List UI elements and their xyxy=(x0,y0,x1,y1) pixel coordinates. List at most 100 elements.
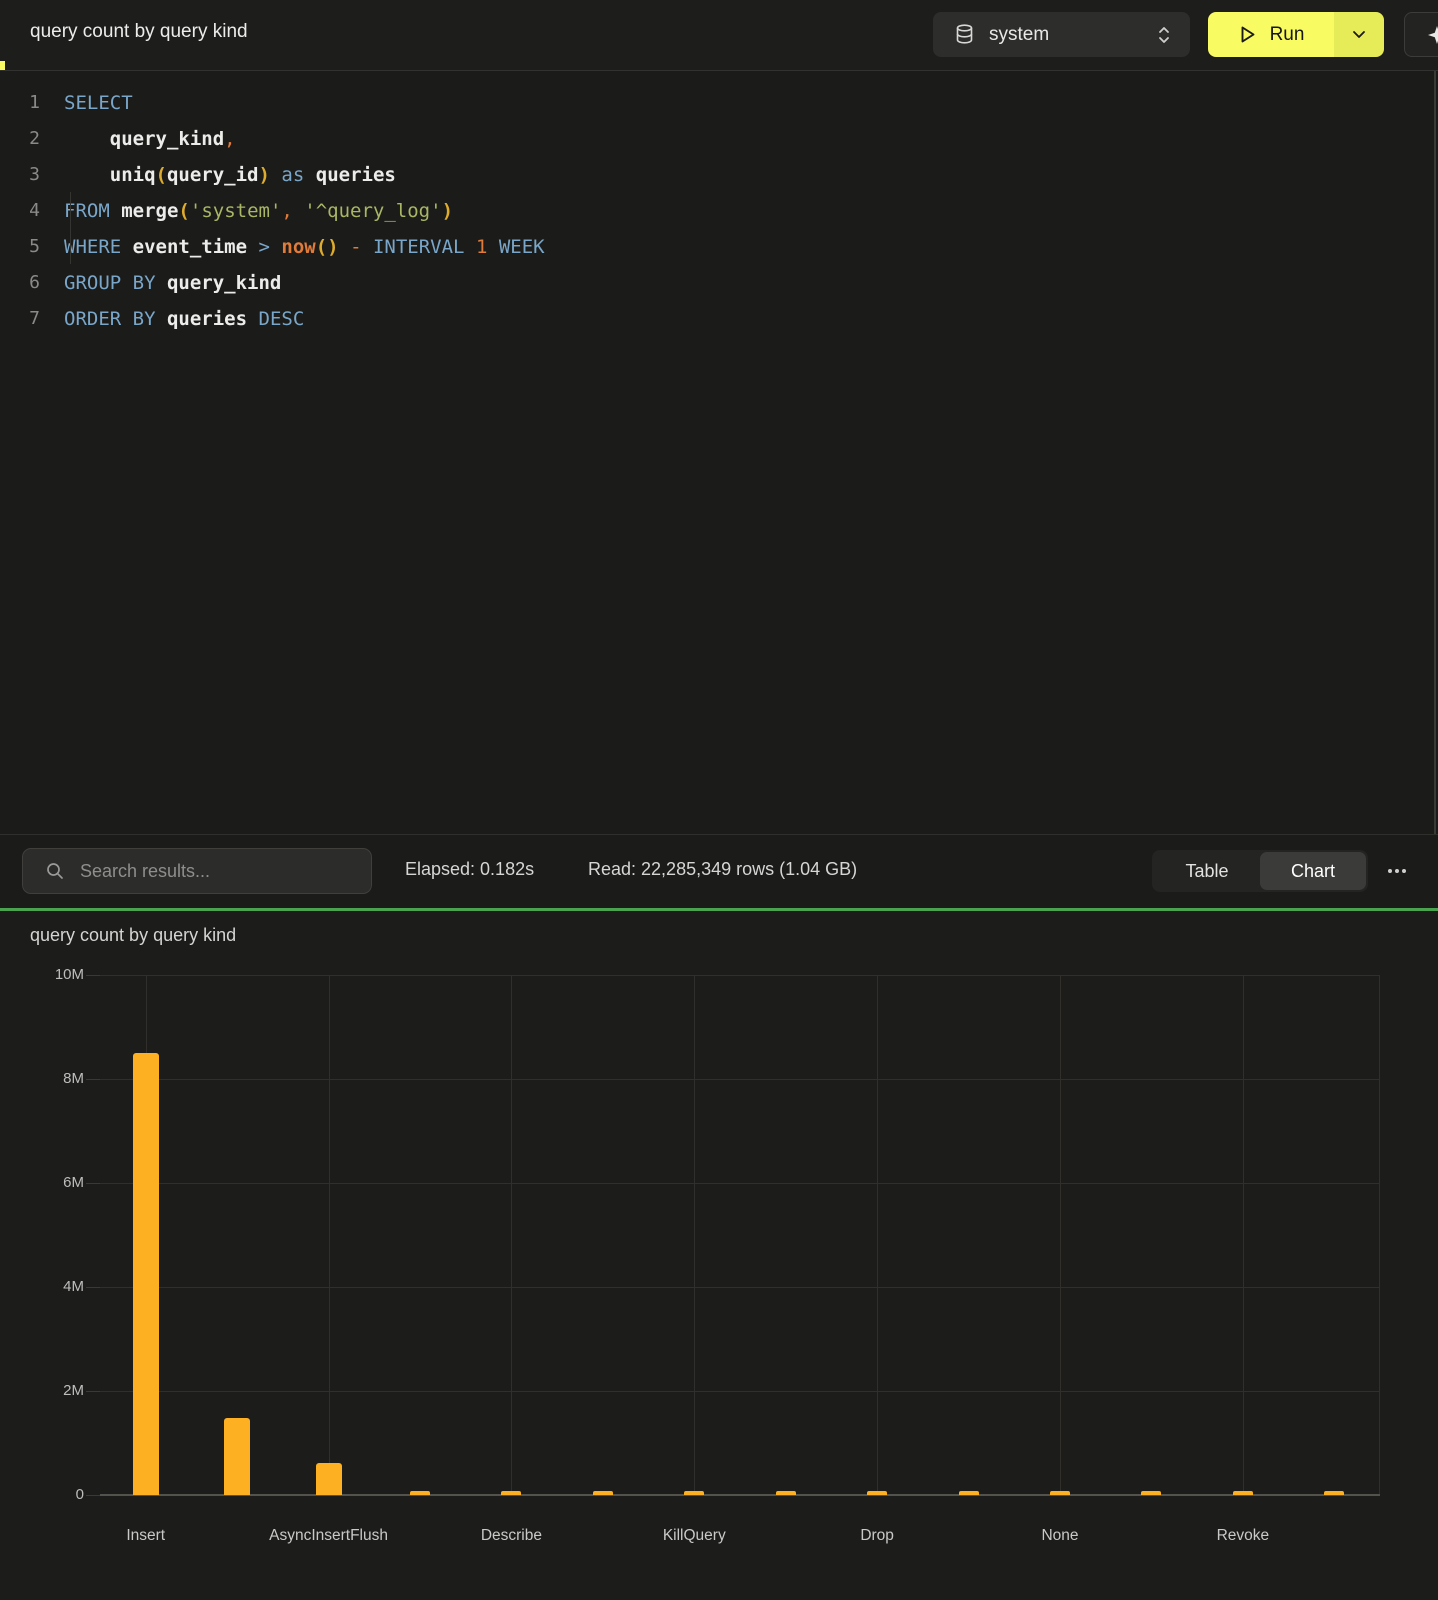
chart-bar[interactable] xyxy=(1050,1491,1070,1495)
chart-bar[interactable] xyxy=(1233,1491,1253,1495)
code-text: FROM merge('system', '^query_log') xyxy=(64,193,453,229)
code-text: SELECT xyxy=(64,85,133,121)
y-axis-label: 2M xyxy=(24,1381,84,1401)
code-line[interactable]: 4 FROM merge('system', '^query_log') xyxy=(0,193,1438,229)
gridline-v xyxy=(1379,975,1380,1495)
chart-title: query count by query kind xyxy=(30,925,236,946)
query-tab-title: query count by query kind xyxy=(30,21,248,43)
chart-bar[interactable] xyxy=(684,1491,704,1495)
chevron-down-icon xyxy=(1352,30,1366,39)
gridline-h xyxy=(100,1391,1380,1392)
chart-bar[interactable] xyxy=(776,1491,796,1495)
code-text: WHERE event_time > now() - INTERVAL 1 WE… xyxy=(64,229,545,265)
gridline-h xyxy=(100,1183,1380,1184)
x-axis-label: Describe xyxy=(421,1527,601,1545)
x-axis-label: KillQuery xyxy=(604,1527,784,1545)
top-bar: query count by query kind system xyxy=(0,0,1438,71)
chevron-up-down-icon xyxy=(1156,24,1172,46)
y-axis-label: 4M xyxy=(24,1277,84,1297)
y-axis-tick xyxy=(86,1391,100,1392)
run-button[interactable]: Run xyxy=(1208,12,1334,57)
code-lines: 1SELECT2 query_kind,3 uniq(query_id) as … xyxy=(0,85,1438,337)
play-icon xyxy=(1238,24,1257,45)
code-line[interactable]: 5 WHERE event_time > now() - INTERVAL 1 W… xyxy=(0,229,1438,265)
chart-bar[interactable] xyxy=(1324,1491,1344,1495)
code-line[interactable]: 2 query_kind, xyxy=(0,121,1438,157)
code-text: ORDER BY queries DESC xyxy=(64,301,304,337)
line-number: 6 xyxy=(0,265,40,301)
run-button-label: Run xyxy=(1270,24,1305,46)
chart-bar[interactable] xyxy=(316,1463,342,1495)
y-axis-label: 8M xyxy=(24,1069,84,1089)
chart-bar[interactable] xyxy=(593,1491,613,1495)
y-axis-tick xyxy=(86,1079,100,1080)
sql-console: query count by query kind system xyxy=(0,0,1438,1600)
code-text: GROUP BY query_kind xyxy=(64,265,281,301)
view-toggle-table[interactable]: Table xyxy=(1154,852,1260,890)
elapsed-stat: Elapsed: 0.182s xyxy=(405,859,534,880)
gridline-v xyxy=(1243,975,1244,1495)
x-axis-label: AsyncInsertFlush xyxy=(239,1527,419,1545)
database-selector[interactable]: system xyxy=(933,12,1190,57)
code-line[interactable]: 7 ORDER BY queries DESC xyxy=(0,301,1438,337)
database-selector-value: system xyxy=(989,24,1156,46)
run-split-button: Run xyxy=(1208,12,1384,57)
y-axis-tick xyxy=(86,1287,100,1288)
line-number: 1 xyxy=(0,85,40,121)
results-toolbar: Elapsed: 0.182s Read: 22,285,349 rows (1… xyxy=(0,834,1438,908)
bar-chart: 02M4M6M8M10MInsertAsyncInsertFlushDescri… xyxy=(100,975,1380,1495)
chart-bar[interactable] xyxy=(1141,1491,1161,1495)
line-number: 4 xyxy=(0,193,40,229)
y-axis-tick xyxy=(86,975,100,976)
gridline-h xyxy=(100,1287,1380,1288)
editor-right-border xyxy=(1434,71,1436,834)
y-axis-label: 10M xyxy=(24,965,84,985)
run-options-button[interactable] xyxy=(1334,12,1384,57)
sparkle-icon xyxy=(1425,23,1438,47)
search-results-input[interactable] xyxy=(78,860,342,883)
read-stat: Read: 22,285,349 rows (1.04 GB) xyxy=(588,859,857,880)
x-axis-label: Revoke xyxy=(1153,1527,1333,1545)
gridline-v xyxy=(877,975,878,1495)
line-number: 5 xyxy=(0,229,40,265)
chart-bar[interactable] xyxy=(410,1491,430,1495)
code-line[interactable]: 1 SELECT xyxy=(0,85,1438,121)
gridline-h xyxy=(100,975,1380,976)
line-number: 2 xyxy=(0,121,40,157)
code-line[interactable]: 6 GROUP BY query_kind xyxy=(0,265,1438,301)
code-text: query_kind, xyxy=(64,121,236,157)
sql-editor[interactable]: 1SELECT2 query_kind,3 uniq(query_id) as … xyxy=(0,71,1438,834)
x-axis-label: Insert xyxy=(56,1527,236,1545)
y-axis-tick xyxy=(86,1183,100,1184)
indent-guide xyxy=(70,192,71,264)
line-number: 3 xyxy=(0,157,40,193)
y-axis-label: 6M xyxy=(24,1173,84,1193)
chart-bar[interactable] xyxy=(959,1491,979,1495)
line-number: 7 xyxy=(0,301,40,337)
chart-panel: query count by query kind 02M4M6M8M10MIn… xyxy=(0,911,1438,1600)
gridline-v xyxy=(694,975,695,1495)
chart-bar[interactable] xyxy=(224,1418,250,1495)
more-options-button[interactable] xyxy=(1384,861,1410,881)
search-box xyxy=(22,848,372,894)
chart-bar[interactable] xyxy=(133,1053,159,1495)
database-icon xyxy=(955,24,974,45)
gridline-v xyxy=(329,975,330,1495)
chart-bar[interactable] xyxy=(867,1491,887,1495)
y-axis-tick xyxy=(86,1495,100,1496)
search-icon xyxy=(45,861,65,881)
code-text: uniq(query_id) as queries xyxy=(64,157,396,193)
gridline-v xyxy=(511,975,512,1495)
gridline-v xyxy=(1060,975,1061,1495)
y-axis-label: 0 xyxy=(24,1485,84,1505)
x-axis-line xyxy=(100,1494,1380,1496)
x-axis-label: Drop xyxy=(787,1527,967,1545)
view-toggle-chart[interactable]: Chart xyxy=(1260,852,1366,890)
tab-accent-marker xyxy=(0,61,5,70)
ai-assistant-button[interactable] xyxy=(1404,12,1438,57)
view-toggle: Table Chart xyxy=(1152,850,1368,892)
x-axis-label: None xyxy=(970,1527,1150,1545)
chart-bar[interactable] xyxy=(501,1491,521,1495)
gridline-h xyxy=(100,1079,1380,1080)
code-line[interactable]: 3 uniq(query_id) as queries xyxy=(0,157,1438,193)
